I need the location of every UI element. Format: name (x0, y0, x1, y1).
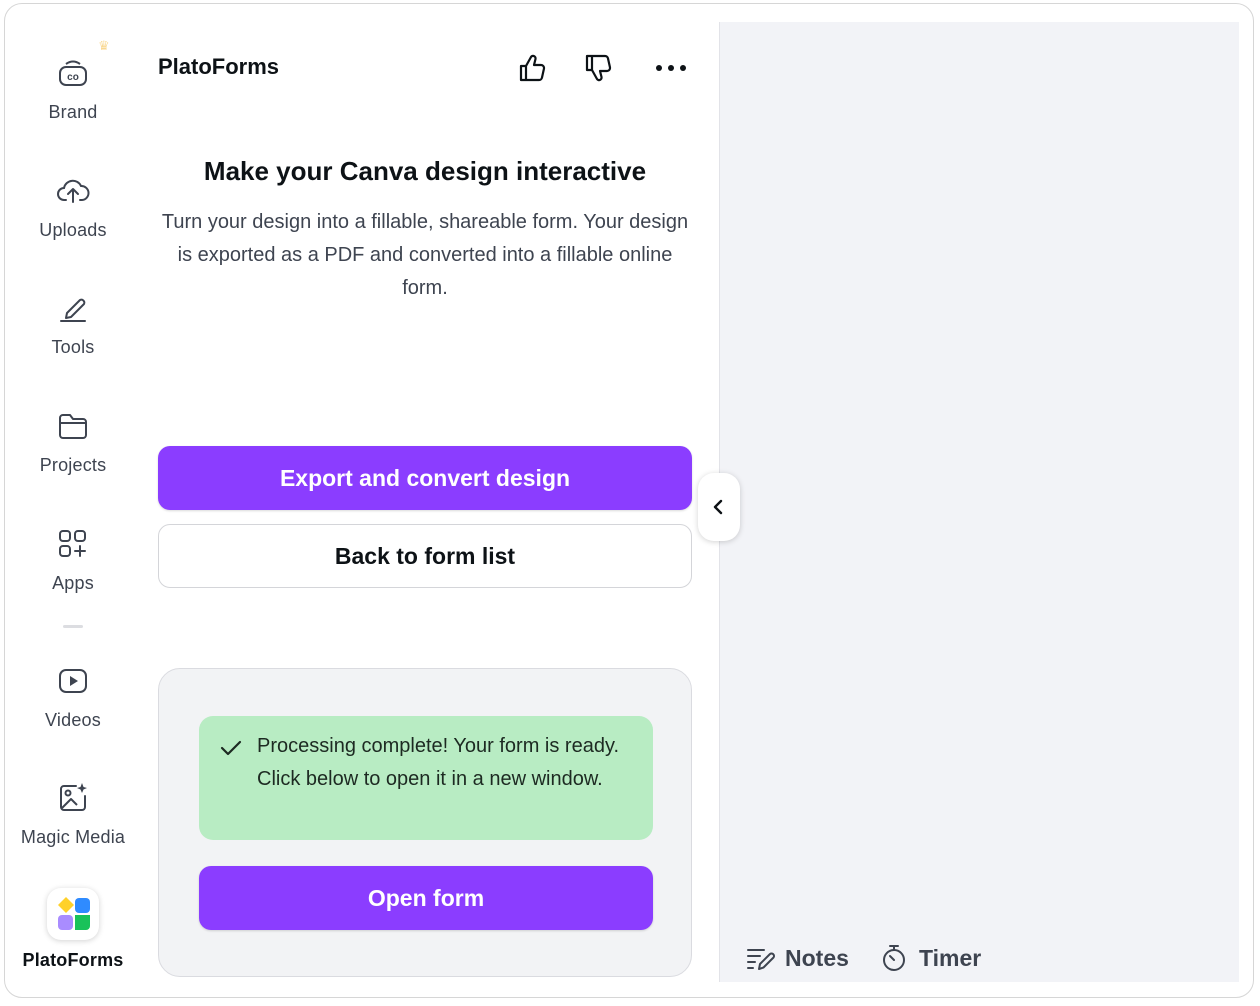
thumbs-up-icon (519, 54, 546, 82)
rail-label: Uploads (39, 220, 107, 240)
design-canvas[interactable] (719, 22, 1239, 982)
rail-label: Brand (48, 102, 98, 122)
panel-heading: Make your Canva design interactive (203, 156, 647, 186)
back-to-form-list-button[interactable]: Back to form list (158, 524, 692, 588)
side-rail: ♛ co Brand Uploads Tools Projects Apps V… (5, 4, 141, 997)
timer-icon (883, 945, 905, 971)
rail-label: Projects (39, 455, 107, 475)
result-card: Processing complete! Your form is ready.… (158, 668, 692, 977)
svg-text:co: co (67, 72, 79, 83)
timer-label: Timer (919, 944, 982, 971)
rail-item-apps[interactable]: Apps (5, 527, 141, 594)
panel-title: PlatoForms (158, 54, 280, 79)
app-panel: PlatoForms Make your Canva design intera… (141, 4, 719, 997)
rail-item-uploads[interactable]: Uploads (5, 174, 141, 241)
rail-item-projects[interactable]: Projects (5, 409, 141, 476)
rail-label: Videos (45, 710, 101, 730)
thumbs-up-button[interactable] (512, 48, 552, 88)
rail-item-tools[interactable]: Tools (5, 291, 141, 358)
app-window: ♛ co Brand Uploads Tools Projects Apps V… (4, 3, 1254, 998)
notes-label: Notes (785, 944, 849, 971)
rail-label: PlatoForms (22, 950, 124, 970)
notes-button[interactable]: Notes (745, 941, 849, 975)
panel-description: Turn your design into a fillable, sharea… (161, 211, 689, 299)
thumbs-down-icon (585, 54, 612, 82)
brand-icon: co (59, 60, 87, 86)
check-icon (220, 740, 242, 756)
crown-icon: ♛ (98, 38, 110, 53)
rail-item-brand[interactable]: co Brand (5, 56, 141, 123)
rail-divider (63, 625, 83, 628)
chevron-left-icon (713, 499, 723, 515)
rail-item-platoforms[interactable]: PlatoForms (5, 888, 141, 971)
rail-item-videos[interactable]: Videos (5, 664, 141, 731)
play-icon (59, 669, 87, 693)
folder-icon (59, 414, 87, 439)
more-dots-icon (656, 65, 686, 71)
thumbs-down-button[interactable] (578, 48, 618, 88)
status-message: Processing complete! Your form is ready.… (257, 735, 620, 790)
rail-label: Apps (52, 573, 94, 593)
cloud-upload-icon (57, 179, 90, 203)
magic-image-icon (60, 783, 87, 811)
rail-label: Tools (51, 337, 95, 357)
rail-label: Magic Media (20, 827, 126, 847)
open-form-button[interactable]: Open form (199, 866, 653, 930)
success-alert: Processing complete! Your form is ready.… (199, 716, 653, 840)
apps-grid-icon (59, 530, 86, 557)
platoforms-logo-icon (47, 888, 99, 940)
pen-tool-icon (60, 298, 86, 322)
export-convert-button[interactable]: Export and convert design (158, 446, 692, 510)
rail-item-magic-media[interactable]: Magic Media (5, 781, 141, 848)
timer-button[interactable]: Timer (879, 941, 981, 975)
notes-icon (747, 949, 775, 970)
more-options-button[interactable] (651, 48, 691, 88)
collapse-panel-button[interactable] (698, 473, 740, 541)
